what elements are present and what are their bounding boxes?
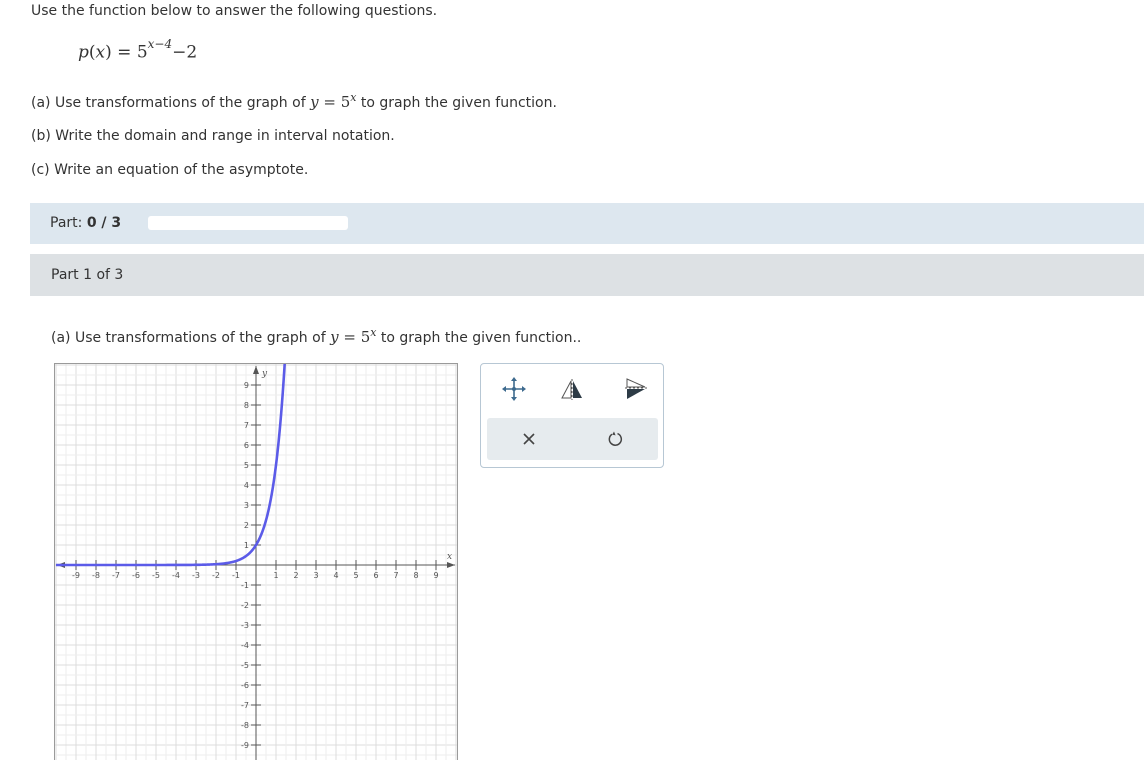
y-tick-label: -8 [241,721,249,730]
question-b: (b) Write the domain and range in interv… [31,128,395,144]
y-tick-label: 2 [244,521,249,530]
graph-svg[interactable]: -9 -8 -7 -6 -5 -4 -3 -2 -1 1 2 3 4 5 6 7 8 9 9 8 7 6 5 4 3 2 1 -1 -2… [55,364,457,760]
y-tick-label: 4 [244,481,249,490]
x-tick-label: -5 [152,571,160,580]
y-tick-label: -2 [241,601,249,610]
y-tick-label: 3 [244,501,249,510]
y-tick-label: -4 [241,641,249,650]
tools-action-row [487,418,658,460]
x-tick-label: 1 [273,571,278,580]
x-tick-label: -8 [92,571,100,580]
y-tick-label: 5 [244,461,249,470]
y-tick-label: 1 [244,541,249,550]
question-a: (a) Use transformations of the graph of … [31,91,557,111]
y-tick-label: -5 [241,661,249,670]
y-tick-label: 8 [244,401,249,410]
y-tick-label: -9 [241,741,249,750]
y-axis-label: y [261,369,268,379]
x-tick-label: 8 [413,571,418,580]
graph-canvas[interactable]: -9 -8 -7 -6 -5 -4 -3 -2 -1 1 2 3 4 5 6 7 8 9 9 8 7 6 5 4 3 2 1 -1 -2… [54,363,458,760]
y-tick-label: -3 [241,621,249,630]
function-definition: p(x) = 5x−4−2 [78,37,198,63]
reflect-vertical-icon[interactable] [550,369,594,409]
part-prompt: (a) Use transformations of the graph of … [51,326,582,346]
part-header: Part 1 of 3 [30,254,1144,296]
reflect-horizontal-icon[interactable] [614,369,658,409]
instructions-text: Use the function below to answer the fol… [31,3,438,19]
part-title: Part 1 of 3 [51,267,124,283]
progress-label: Part: 0 / 3 [50,215,122,231]
y-tick-label: -7 [241,701,249,710]
x-tick-label: 2 [293,571,298,580]
x-tick-label: -1 [232,571,240,580]
progress-bar-section: Part: 0 / 3 [30,203,1144,244]
x-tick-label: 4 [333,571,338,580]
progress-track [148,216,348,230]
x-axis-arrow-right [447,562,455,568]
y-tick-label: 6 [244,441,249,450]
x-tick-label: -7 [112,571,120,580]
y-tick-label: -6 [241,681,249,690]
x-tick-label: 3 [313,571,318,580]
y-tick-label: -1 [241,581,249,590]
x-tick-label: 9 [433,571,438,580]
x-tick-label: 5 [353,571,358,580]
y-tick-label: 7 [244,421,249,430]
delete-icon[interactable] [507,419,551,459]
x-tick-label: -9 [72,571,80,580]
reset-icon[interactable] [593,419,637,459]
x-tick-label: 7 [393,571,398,580]
x-tick-label: -3 [192,571,200,580]
graph-tools-palette [480,363,664,468]
y-tick-label: 9 [244,381,249,390]
x-tick-label: 6 [373,571,378,580]
x-tick-label: -2 [212,571,220,580]
x-tick-label: -6 [132,571,140,580]
x-tick-label: -4 [172,571,180,580]
y-axis-arrow-top [253,366,259,374]
x-axis-label: x [447,552,452,562]
move-icon[interactable] [492,369,536,409]
question-c: (c) Write an equation of the asymptote. [31,162,309,178]
